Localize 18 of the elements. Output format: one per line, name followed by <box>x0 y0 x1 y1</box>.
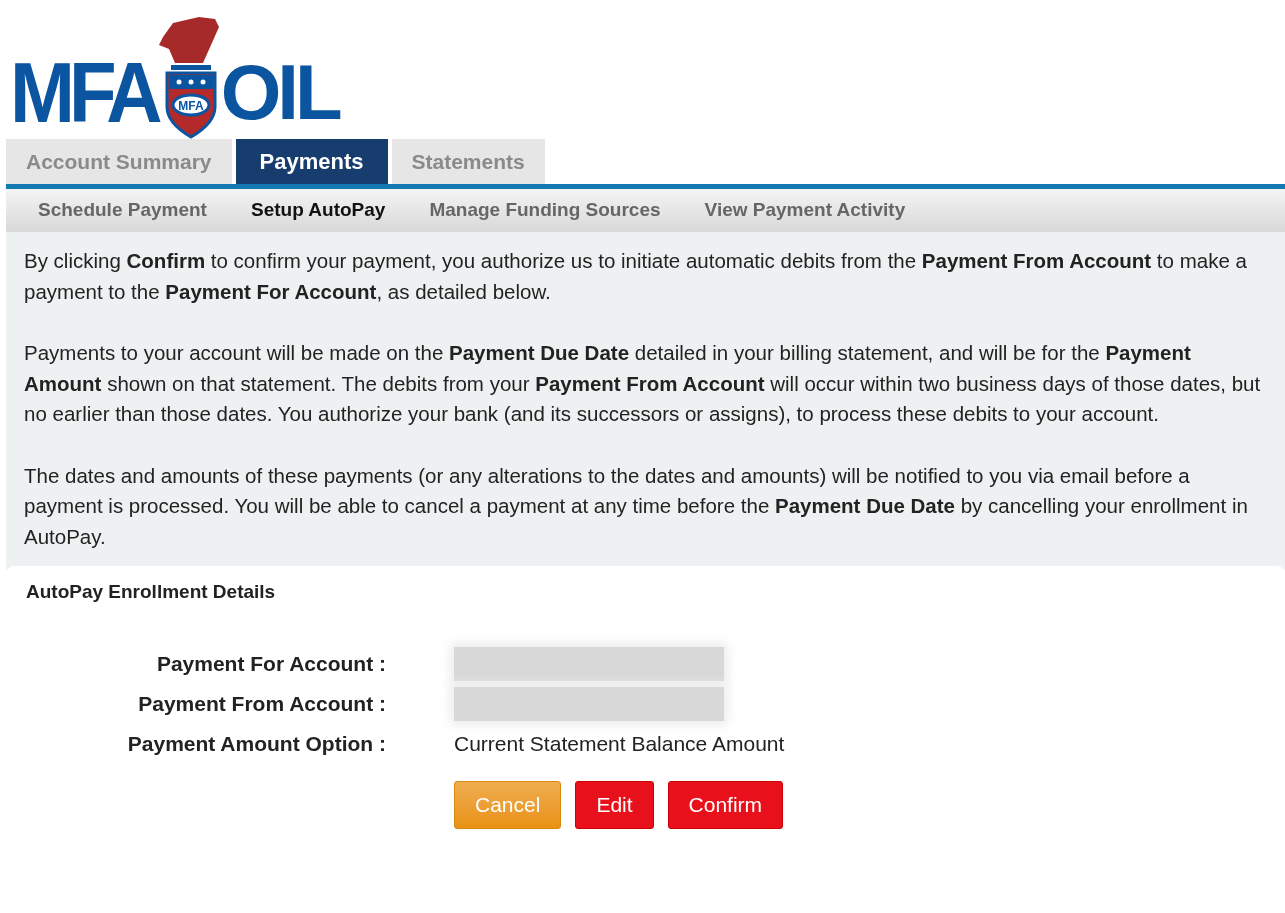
subnav-link[interactable]: Setup AutoPay <box>250 196 386 225</box>
tab[interactable]: Payments <box>235 139 388 184</box>
subnav-link[interactable]: Manage Funding Sources <box>429 196 661 225</box>
paragraph: By clicking Confirm to confirm your payment, you authorize us to initiate automatic debits from the Payment From Account to make a payment to the Payment For Account, as detailed below. <box>24 248 1248 305</box>
paragraph: The dates and amounts of these payments (or any alterations to the dates and amounts) will be notified to you via email before a payment is processed. You will be able to cancel a payment at any time before the Payment Due Date by cancelling your enrollment in AutoPay. <box>24 462 1249 550</box>
logo-text: OIL <box>220 53 339 131</box>
action-button[interactable]: Confirm <box>667 780 784 829</box>
subnav-link[interactable]: Schedule Payment <box>38 196 207 225</box>
section-title: AutoPay Enrollment Details <box>26 580 277 604</box>
field-label: Payment Amount Option : <box>126 730 387 757</box>
action-button[interactable]: Edit <box>575 780 654 829</box>
tab[interactable]: Statements <box>391 139 545 184</box>
subnav-link[interactable]: View Payment Activity <box>704 196 906 225</box>
tab[interactable]: Account Summary <box>6 139 232 184</box>
field-label: Payment For Account : <box>155 650 387 677</box>
paragraph: Payments to your account will be made on the Payment Due Date detailed in your billing statement, and will be for the Payment Amount shown on that statement. The debits from your Payment From Account will occur within two business days of those dates, but no earlier than those dates. You authorize your bank (and its successors or assigns), to process these debits to your account. <box>24 340 1262 427</box>
field-label: Payment From Account : <box>137 690 387 717</box>
field-value: Current Statement Balance Amount <box>454 730 785 757</box>
